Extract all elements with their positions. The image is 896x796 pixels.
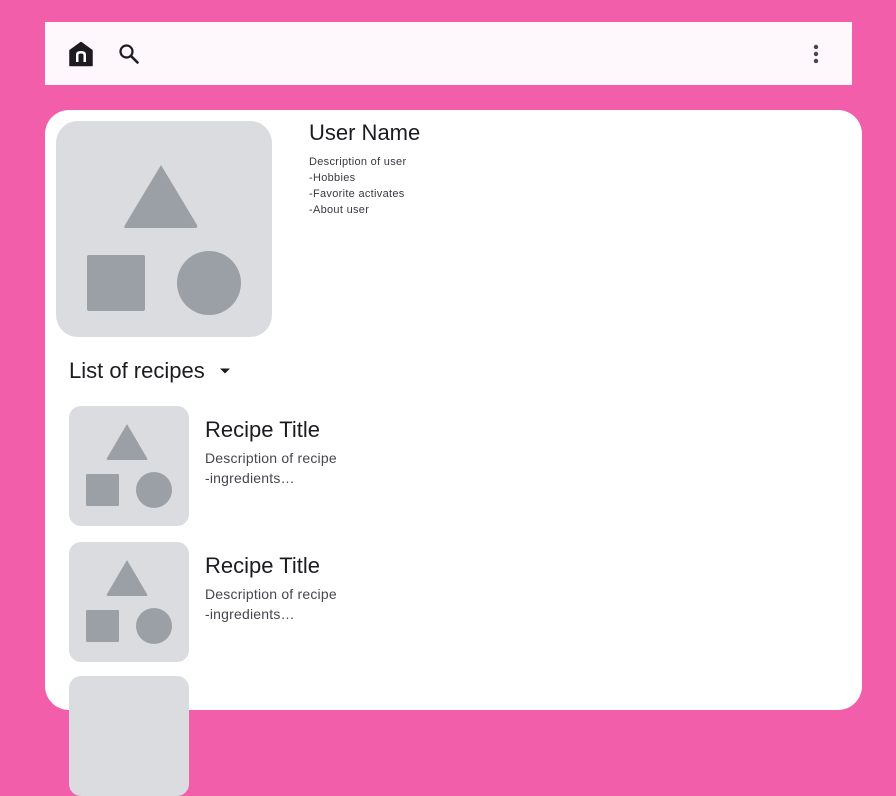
profile-card: User Name Description of user -Hobbies -…: [45, 110, 862, 796]
recipe-description-line: Description of recipe: [205, 450, 337, 466]
image-placeholder-icon: [86, 424, 172, 508]
recipe-description: Description of recipe -ingredients…: [205, 584, 337, 624]
more-vert-icon: [813, 44, 819, 64]
search-button[interactable]: [107, 32, 151, 76]
arrow-drop-down-icon: [219, 367, 231, 375]
top-app-bar: [45, 22, 852, 85]
recipe-description: Description of recipe -ingredients…: [205, 448, 337, 488]
home-icon: [68, 41, 94, 67]
recipe-description-line: -ingredients…: [205, 606, 295, 622]
user-description-line: -Hobbies: [309, 172, 356, 184]
user-description-line: -About user: [309, 204, 370, 216]
user-name: User Name: [309, 120, 421, 145]
user-description-line: Description of user: [309, 156, 407, 168]
image-placeholder-icon: [86, 560, 172, 644]
recipe-title: Recipe Title: [205, 553, 320, 578]
recipe-list-item[interactable]: Recipe Title Description of recipe -ingr…: [69, 406, 829, 526]
recipe-title: Recipe Title: [205, 417, 320, 442]
recipes-dropdown[interactable]: List of recipes: [69, 358, 231, 384]
recipe-thumbnail: [69, 406, 189, 526]
search-icon: [118, 43, 140, 65]
recipe-list-item[interactable]: [69, 676, 829, 796]
image-placeholder-icon: [87, 165, 241, 315]
recipe-thumbnail: [69, 676, 189, 796]
home-button[interactable]: [59, 32, 103, 76]
recipes-list-title: List of recipes: [69, 358, 205, 383]
recipe-description-line: Description of recipe: [205, 586, 337, 602]
user-description: Description of user -Hobbies -Favorite a…: [309, 154, 406, 218]
user-description-line: -Favorite activates: [309, 188, 405, 200]
user-avatar: [56, 121, 272, 337]
recipe-thumbnail: [69, 542, 189, 662]
recipe-list-item[interactable]: Recipe Title Description of recipe -ingr…: [69, 542, 829, 662]
more-options-button[interactable]: [794, 32, 838, 76]
recipe-description-line: -ingredients…: [205, 470, 295, 486]
